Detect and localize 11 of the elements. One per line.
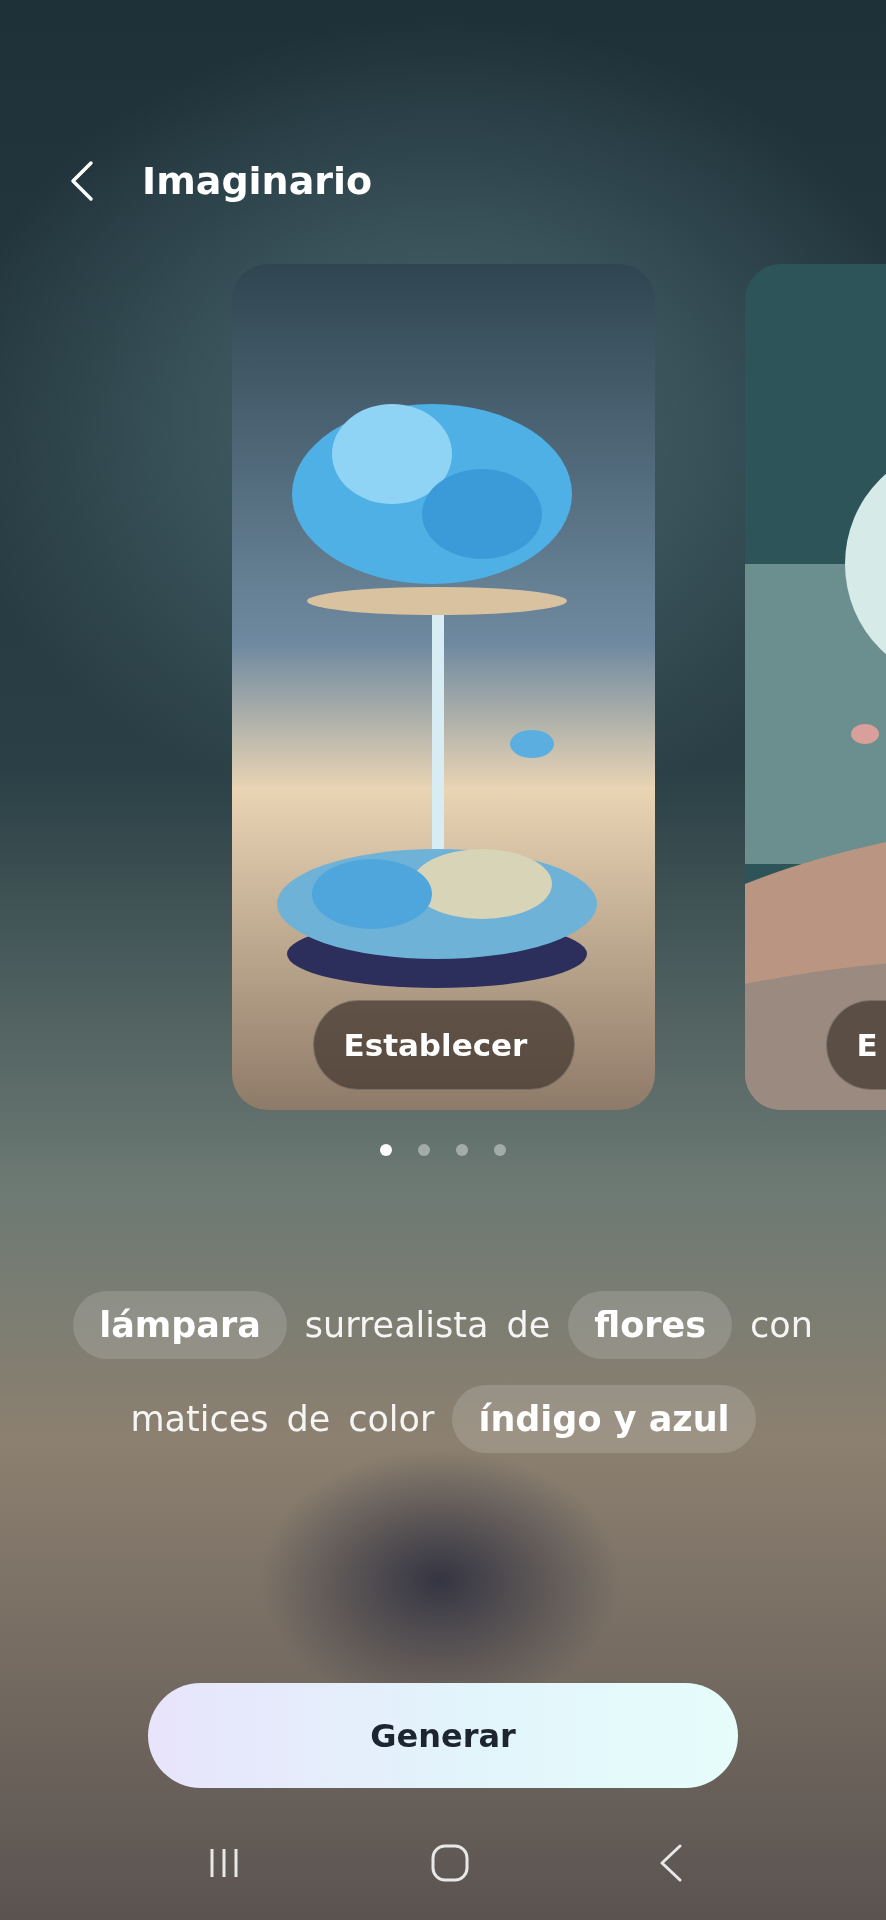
back-icon[interactable] (659, 1844, 683, 1882)
prompt-word: de (286, 1398, 331, 1441)
prompt-word: con (750, 1304, 813, 1347)
generate-button[interactable]: Generar (148, 1683, 738, 1788)
prompt-word: matices (130, 1398, 269, 1441)
set-wallpaper-button[interactable]: Establecer (312, 1000, 575, 1090)
prompt-word: de (506, 1304, 551, 1347)
page-title: Imaginario (142, 159, 373, 203)
prompt-word: color (348, 1398, 435, 1441)
home-icon[interactable] (431, 1844, 469, 1882)
prompt-word: surrealista (304, 1304, 489, 1347)
